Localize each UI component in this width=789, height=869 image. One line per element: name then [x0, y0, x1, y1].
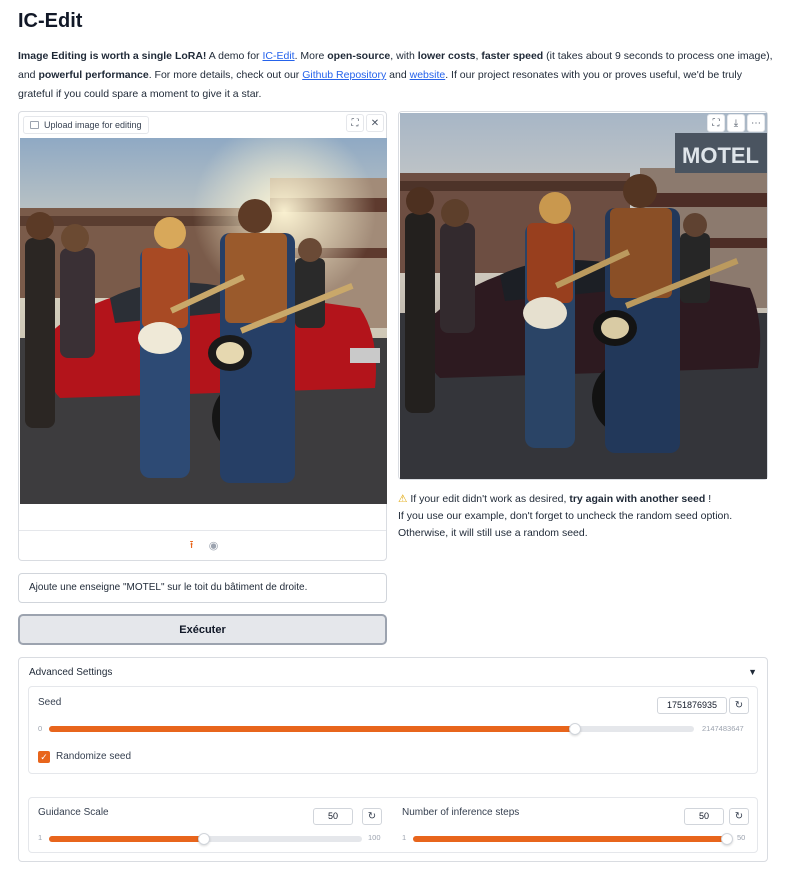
github-link[interactable]: Github Repository: [302, 69, 386, 81]
reset-icon[interactable]: ↻: [362, 808, 382, 825]
input-image: [20, 138, 387, 504]
motel-sign-text: MOTEL: [682, 143, 759, 168]
upload-label-text: Upload image for editing: [44, 120, 142, 130]
desc-text: . More: [294, 50, 328, 62]
steps-min: 1: [402, 833, 407, 842]
guidance-min: 1: [38, 833, 43, 842]
randomize-seed-label: Randomize seed: [56, 751, 132, 762]
download-icon[interactable]: ⤓: [727, 114, 745, 132]
upload-icon[interactable]: ⭱: [186, 539, 198, 552]
seed-slider[interactable]: [49, 723, 694, 735]
fullscreen-icon[interactable]: ⛶: [707, 114, 725, 132]
image-icon: [30, 121, 39, 129]
page-title: IC-Edit: [18, 10, 83, 32]
guidance-input[interactable]: 50: [313, 808, 353, 825]
note-text: !: [705, 493, 712, 505]
website-link[interactable]: website: [410, 69, 446, 81]
guidance-slider-fill: [49, 836, 204, 842]
seed-input[interactable]: 1751876935: [657, 697, 727, 714]
note-bold: try again with another seed: [569, 493, 706, 505]
guidance-slider-thumb[interactable]: [197, 833, 210, 845]
icedit-link[interactable]: IC-Edit: [262, 50, 294, 62]
steps-label: Number of inference steps: [402, 807, 520, 818]
steps-slider-fill: [413, 836, 727, 842]
seed-slider-thumb[interactable]: [568, 723, 581, 735]
seed-max: 2147483647: [702, 724, 744, 733]
note-text: If you use our example, don't forget to …: [398, 510, 733, 539]
desc-bold: lower costs: [417, 50, 476, 62]
randomize-seed-checkbox[interactable]: ✓: [38, 751, 50, 763]
desc-text: and: [386, 69, 410, 81]
share-icon[interactable]: ⋯: [747, 114, 765, 132]
input-image-panel[interactable]: Upload image for editing ⛶ ✕ ⭱ ◉: [18, 111, 387, 561]
webcam-icon[interactable]: ◉: [208, 540, 220, 552]
guidance-slider[interactable]: [49, 833, 362, 845]
seed-slider-fill: [49, 726, 575, 732]
reset-icon[interactable]: ↻: [729, 697, 749, 714]
desc-bold: open-source: [327, 50, 391, 62]
advanced-settings-header[interactable]: Advanced Settings: [29, 667, 112, 678]
output-image-panel: MOTEL ⛶ ⤓ ⋯: [398, 111, 768, 480]
seed-label: Seed: [38, 697, 62, 708]
desc-bold-1: Image Editing is worth a single LoRA!: [18, 50, 207, 62]
steps-input[interactable]: 50: [684, 808, 724, 825]
desc-text: A demo for: [206, 50, 263, 62]
seed-note: ⚠ If your edit didn't work as desired, t…: [398, 491, 773, 542]
steps-slider-thumb[interactable]: [721, 833, 733, 845]
source-toolbar: ⭱ ◉: [19, 530, 386, 560]
prompt-input[interactable]: Ajoute une enseigne "MOTEL" sur le toit …: [18, 573, 387, 603]
scale-steps-block: Guidance Scale 50 ↻ 1 100 Number of infe…: [28, 797, 758, 853]
description: Image Editing is worth a single LoRA! A …: [18, 47, 773, 104]
desc-text: , with: [390, 50, 418, 62]
run-button[interactable]: Exécuter: [18, 614, 387, 645]
desc-bold: faster speed: [481, 50, 544, 62]
guidance-max: 100: [368, 833, 381, 842]
output-image: MOTEL: [400, 113, 767, 479]
steps-slider[interactable]: [413, 833, 733, 845]
steps-max: 50: [737, 833, 746, 842]
note-text: If your edit didn't work as desired,: [407, 493, 570, 505]
advanced-settings-panel: Advanced Settings ▼ Seed 1751876935 ↻ 0 …: [18, 657, 768, 862]
seed-min: 0: [38, 724, 43, 733]
fullscreen-icon[interactable]: ⛶: [346, 114, 364, 132]
reset-icon[interactable]: ↻: [729, 808, 749, 825]
desc-bold: powerful performance: [38, 69, 149, 81]
caret-down-icon[interactable]: ▼: [748, 667, 757, 677]
desc-text: . For more details, check out our: [148, 69, 303, 81]
guidance-label: Guidance Scale: [38, 807, 109, 818]
warning-icon: ⚠: [398, 493, 408, 505]
upload-label: Upload image for editing: [23, 116, 149, 134]
seed-block: Seed 1751876935 ↻ 0 2147483647 ✓ Randomi…: [28, 686, 758, 774]
close-icon[interactable]: ✕: [366, 114, 384, 132]
